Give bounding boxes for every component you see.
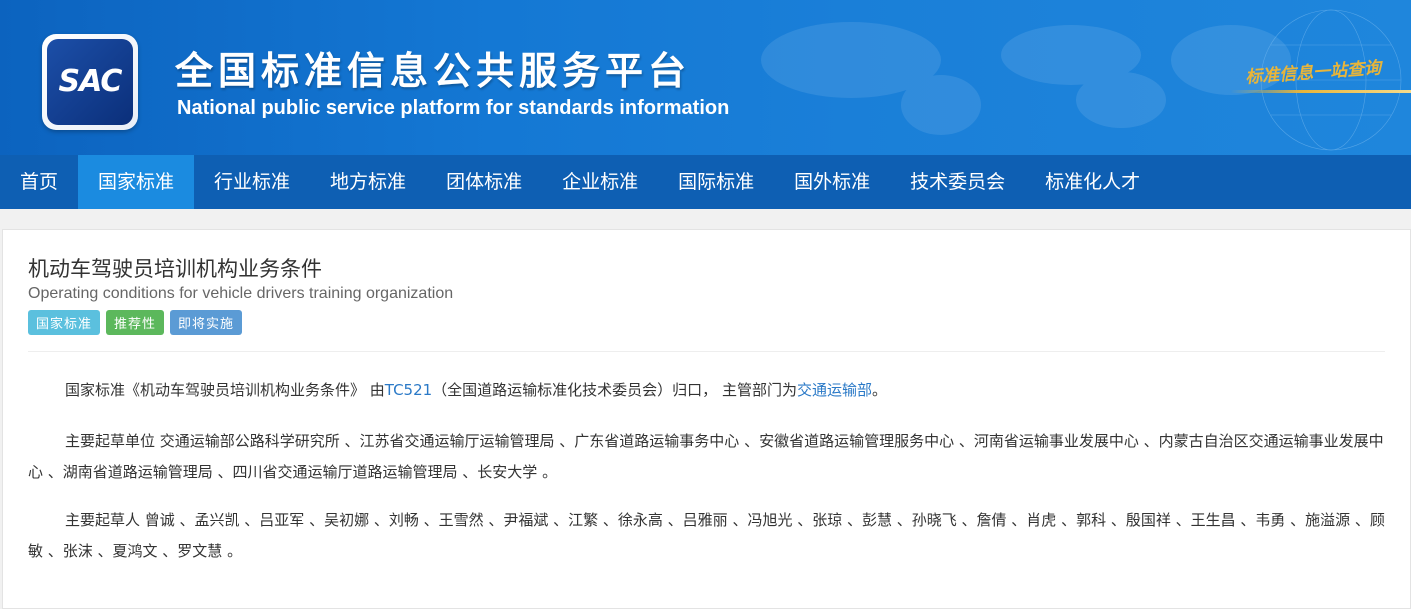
p1-middle: （全国道路运输标准化技术委员会）归口， 主管部门为	[432, 381, 797, 399]
p1-suffix: 。	[871, 381, 887, 399]
badge-recommended: 推荐性	[106, 310, 165, 335]
nav-item-international-standards[interactable]: 国际标准	[658, 155, 774, 209]
nav-item-national-standards[interactable]: 国家标准	[78, 155, 195, 209]
logo-text: SAC	[58, 64, 123, 99]
drafting-units-paragraph: 主要起草单位 交通运输部公路科学研究所 、江苏省交通运输厅运输管理局 、广东省道…	[28, 432, 1384, 481]
nav-item-local-standards[interactable]: 地方标准	[310, 155, 426, 209]
standard-title-cn: 机动车驾驶员培训机构业务条件	[28, 257, 322, 281]
nav-item-enterprise-standards[interactable]: 企业标准	[542, 155, 658, 209]
site-header: SAC 全国标准信息公共服务平台 National public service…	[0, 0, 1411, 155]
divider	[28, 351, 1385, 352]
site-title-en: National public service platform for sta…	[177, 97, 730, 119]
responsibility-paragraph: 国家标准《机动车驾驶员培训机构业务条件》 由TC521（全国道路运输标准化技术委…	[28, 375, 1388, 406]
nav-item-foreign-standards[interactable]: 国外标准	[774, 155, 890, 209]
tc521-link[interactable]: TC521	[385, 381, 432, 399]
nav-item-group-standards[interactable]: 团体标准	[426, 155, 542, 209]
slogan-underline	[1230, 90, 1411, 93]
drafters-paragraph: 主要起草人 曾诚 、孟兴凯 、吕亚军 、吴初娜 、刘畅 、王雪然 、尹福斌 、江…	[28, 511, 1385, 560]
badge-upcoming: 即将实施	[170, 310, 243, 335]
p1-prefix: 国家标准《机动车驾驶员培训机构业务条件》 由	[65, 381, 385, 399]
nav-item-standardization-talent[interactable]: 标准化人才	[1025, 155, 1160, 209]
nav-item-technical-committees[interactable]: 技术委员会	[890, 155, 1025, 209]
standard-badges: 国家标准 推荐性 即将实施	[28, 310, 243, 335]
standard-title-en: Operating conditions for vehicle drivers…	[28, 285, 454, 302]
standard-detail-panel: 机动车驾驶员培训机构业务条件 Operating conditions for …	[2, 229, 1411, 609]
sac-logo[interactable]: SAC	[42, 34, 138, 130]
badge-national-standard: 国家标准	[28, 310, 101, 335]
nav-item-industry-standards[interactable]: 行业标准	[194, 155, 310, 209]
site-title-cn: 全国标准信息公共服务平台	[175, 49, 692, 93]
ministry-link[interactable]: 交通运输部	[797, 381, 872, 399]
nav-item-home[interactable]: 首页	[0, 155, 78, 209]
main-nav: 首页 国家标准 行业标准 地方标准 团体标准 企业标准 国际标准 国外标准 技术…	[0, 155, 1411, 209]
